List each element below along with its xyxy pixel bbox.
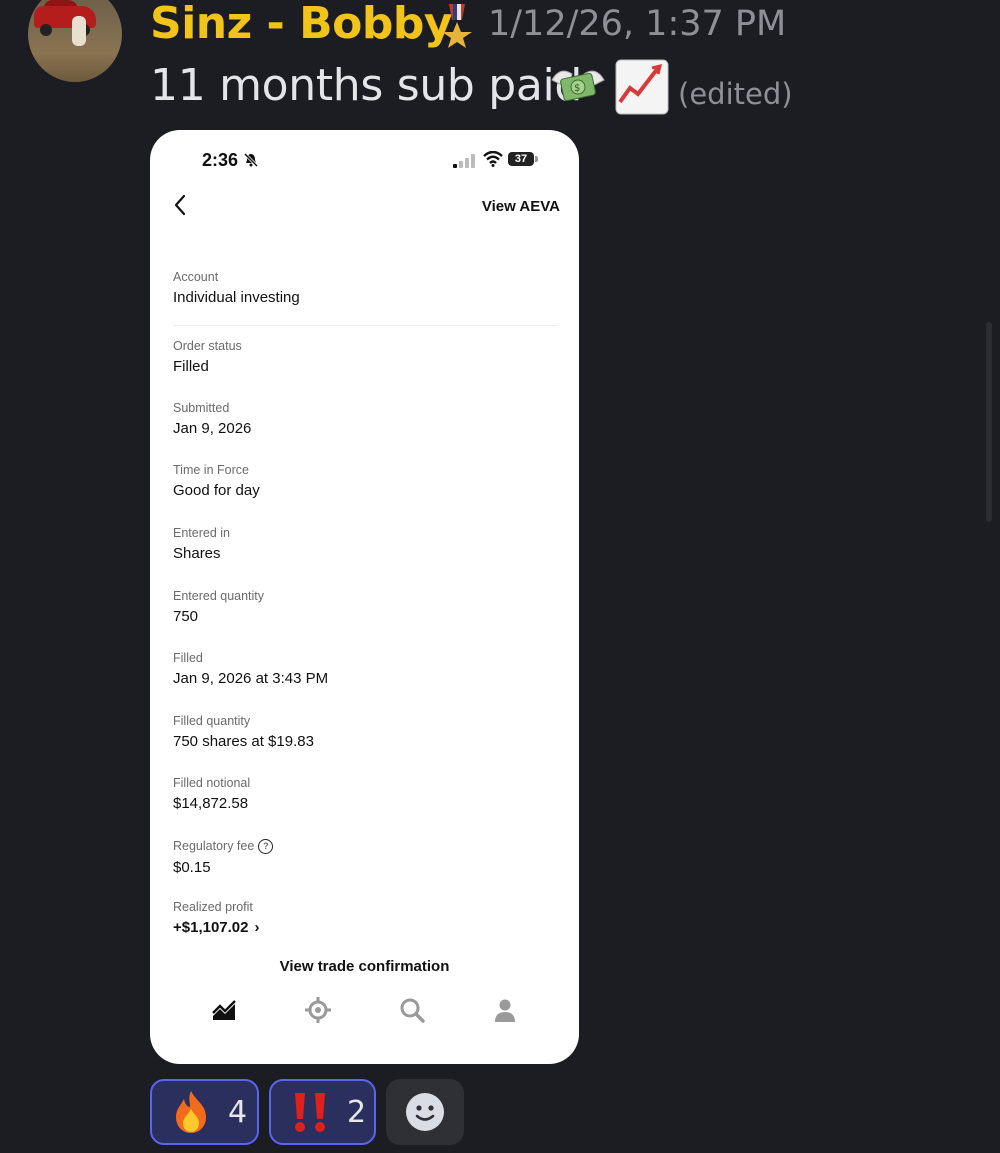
chart-increasing-emoji [615, 59, 669, 115]
message-author[interactable]: Sinz - Bobby [150, 0, 453, 49]
field-label: Filled [173, 651, 203, 665]
field-value: +$1,107.02 [173, 919, 249, 936]
reaction-count: 2 [347, 1094, 367, 1130]
field-label: Realized profit [173, 900, 253, 914]
field-submitted: Submitted Jan 9, 2026 [173, 401, 251, 437]
edited-label: (edited) [678, 77, 793, 111]
signal-icon [453, 154, 475, 168]
account-icon[interactable] [491, 996, 519, 1024]
image-attachment[interactable]: 2:36 37 View AEVA Account Individual inv… [150, 130, 579, 1064]
back-chevron-icon[interactable] [172, 194, 188, 216]
field-value: Jan 9, 2026 at 3:43 PM [173, 670, 329, 687]
field-value: 750 shares at $19.83 [173, 733, 314, 750]
divider [173, 325, 557, 326]
field-entered-quantity: Entered quantity 750 [173, 589, 264, 625]
view-symbol-link[interactable]: View AEVA [482, 198, 560, 215]
crypto-icon[interactable] [304, 996, 332, 1024]
battery-indicator: 37 [508, 152, 540, 167]
field-label: Account [173, 270, 219, 284]
double-exclamation-emoji [295, 1093, 325, 1132]
investing-chart-icon[interactable] [210, 996, 238, 1024]
search-icon[interactable] [398, 996, 426, 1024]
field-label: Regulatory fee [173, 839, 255, 853]
fire-emoji [176, 1091, 206, 1133]
battery-level: 37 [514, 153, 528, 165]
field-entered-in: Entered in Shares [173, 526, 230, 562]
field-order-status: Order status Filled [173, 339, 242, 375]
message-text: 11 months sub paid [150, 60, 583, 111]
field-value: 750 [173, 608, 199, 625]
view-trade-confirmation-button[interactable]: View trade confirmation [150, 958, 579, 975]
reaction-count: 4 [228, 1094, 248, 1130]
field-value: Individual investing [173, 289, 300, 306]
chevron-right-icon: › [254, 919, 260, 936]
field-label: Entered quantity [173, 589, 265, 603]
field-label: Time in Force [173, 463, 249, 477]
money-with-wings-emoji: $ [551, 70, 605, 102]
field-account: Account Individual investing [173, 270, 300, 306]
field-value: $14,872.58 [173, 795, 249, 812]
field-filled: Filled Jan 9, 2026 at 3:43 PM [173, 651, 328, 687]
field-value: $0.15 [173, 859, 211, 876]
field-regulatory-fee: Regulatory fee? $0.15 [173, 839, 274, 876]
field-label: Filled quantity [173, 714, 251, 728]
field-value: Filled [173, 358, 209, 375]
scrollbar[interactable] [986, 322, 992, 522]
military-medal-icon [442, 4, 472, 48]
reaction-double-exclamation[interactable]: 2 [269, 1079, 376, 1145]
field-filled-notional: Filled notional $14,872.58 [173, 776, 250, 812]
help-icon[interactable]: ? [258, 839, 274, 854]
field-label: Order status [173, 339, 242, 353]
wifi-icon [483, 151, 503, 167]
svg-text:$: $ [574, 83, 580, 94]
muted-bell-icon [243, 152, 259, 168]
field-value: Good for day [173, 482, 260, 499]
user-avatar[interactable] [28, 0, 122, 82]
status-time: 2:36 [202, 150, 239, 170]
field-value: Shares [173, 545, 221, 562]
field-time-in-force: Time in Force Good for day [173, 463, 260, 499]
add-reaction-button[interactable] [386, 1079, 464, 1145]
field-label: Submitted [173, 401, 230, 415]
smiley-icon [406, 1093, 444, 1131]
field-filled-quantity: Filled quantity 750 shares at $19.83 [173, 714, 314, 750]
message-timestamp: 1/12/26, 1:37 PM [488, 4, 787, 44]
field-value: Jan 9, 2026 [173, 420, 252, 437]
field-label: Entered in [173, 526, 230, 540]
field-realized-profit[interactable]: Realized profit +$1,107.02 › [173, 900, 260, 936]
field-label: Filled notional [173, 776, 251, 790]
reaction-fire[interactable]: 4 [150, 1079, 259, 1145]
